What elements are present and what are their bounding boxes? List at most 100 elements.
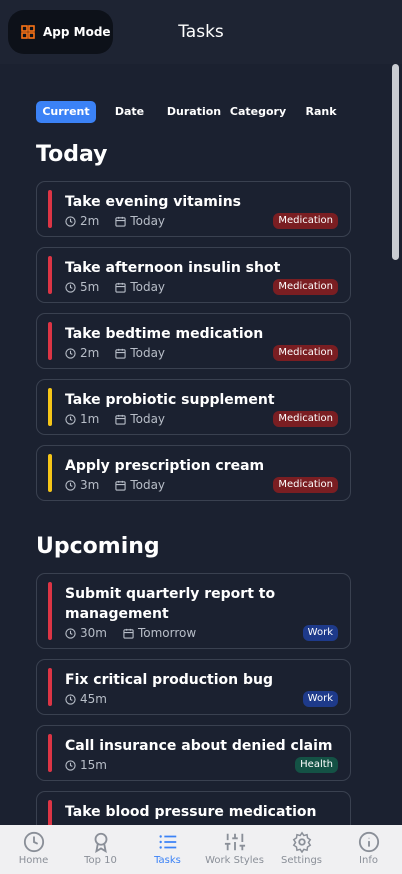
filter-rank[interactable]: Rank (291, 101, 351, 123)
task-duration: 45m (80, 692, 107, 706)
task-date: Today (130, 214, 166, 228)
task-card[interactable]: Fix critical production bug 45m Work (36, 659, 351, 715)
category-badge: Medication (273, 477, 338, 493)
page-title: Tasks (178, 22, 224, 42)
task-name: Call insurance about denied claim (65, 738, 333, 754)
priority-indicator (48, 388, 52, 426)
category-badge: Medication (273, 345, 338, 361)
clock-icon (23, 831, 45, 853)
task-name: Take blood pressure medication (65, 804, 317, 820)
task-card[interactable]: Call insurance about denied claim 15m He… (36, 725, 351, 781)
task-card[interactable]: Take blood pressure medication (36, 791, 351, 825)
clock-icon (65, 281, 76, 293)
bottom-nav: Home Top 10 Tasks Work Styles Settings I… (0, 825, 402, 874)
scrollbar[interactable] (392, 64, 399, 260)
task-meta: 15m (65, 758, 107, 772)
task-duration: 2m (80, 214, 100, 228)
filter-current[interactable]: Current (36, 101, 96, 123)
category-badge: Medication (273, 213, 338, 229)
nav-label: Info (359, 855, 378, 866)
task-list-area[interactable]: Current Date Duration Category Rank Toda… (0, 64, 402, 825)
task-duration: 1m (80, 412, 100, 426)
calendar-icon (115, 348, 126, 359)
task-meta: 1m Today (65, 412, 165, 426)
category-badge: Work (302, 691, 338, 707)
calendar-icon (123, 628, 134, 639)
task-name: Take bedtime medication (65, 326, 264, 342)
priority-indicator (48, 190, 52, 228)
task-card[interactable]: Apply prescription cream 3m Today Medica… (36, 445, 351, 501)
priority-indicator (48, 322, 52, 360)
priority-indicator (48, 582, 52, 640)
nav-settings[interactable]: Settings (268, 825, 335, 874)
gear-icon (291, 831, 313, 853)
header: App Mode Tasks (0, 0, 402, 64)
task-name: Take evening vitamins (65, 194, 241, 210)
task-meta: 45m (65, 692, 107, 706)
calendar-icon (115, 480, 126, 491)
nav-info[interactable]: Info (335, 825, 402, 874)
task-duration: 3m (80, 478, 100, 492)
task-duration: 5m (80, 280, 100, 294)
clock-icon (65, 627, 76, 639)
clock-icon (65, 215, 76, 227)
priority-indicator (48, 800, 52, 825)
task-card[interactable]: Take bedtime medication 2m Today Medicat… (36, 313, 351, 369)
task-meta: 2m Today (65, 346, 165, 360)
filter-duration[interactable]: Duration (163, 101, 225, 123)
section-title-upcoming: Upcoming (36, 534, 160, 559)
task-name: Fix critical production bug (65, 672, 273, 688)
clock-icon (65, 413, 76, 425)
task-date: Today (130, 346, 166, 360)
category-badge: Work (302, 625, 338, 641)
filter-category[interactable]: Category (225, 101, 291, 123)
clock-icon (65, 479, 76, 491)
calendar-icon (115, 216, 126, 227)
task-date: Today (130, 412, 166, 426)
nav-label: Home (18, 855, 49, 866)
nav-label: Settings (280, 855, 322, 866)
task-card[interactable]: Take probiotic supplement 1m Today Medic… (36, 379, 351, 435)
task-date: Today (130, 478, 166, 492)
calendar-icon (115, 282, 126, 293)
award-icon (90, 831, 112, 853)
clock-icon (65, 347, 76, 359)
task-duration: 15m (80, 758, 107, 772)
category-badge: Health (295, 757, 338, 773)
nav-label: Tasks (154, 855, 181, 866)
task-date: Tomorrow (137, 626, 197, 640)
calendar-icon (115, 414, 126, 425)
clock-icon (65, 693, 76, 705)
filter-tabs: Current Date Duration Category Rank (36, 101, 351, 123)
task-card[interactable]: Take evening vitamins 2m Today Medicatio… (36, 181, 351, 237)
task-date: Today (130, 280, 166, 294)
sliders-icon (224, 831, 246, 853)
clock-icon (65, 759, 76, 771)
task-duration: 2m (80, 346, 100, 360)
info-icon (358, 831, 380, 853)
section-title-today: Today (36, 142, 108, 167)
task-meta: 5m Today (65, 280, 165, 294)
category-badge: Medication (273, 411, 338, 427)
task-duration: 30m (80, 626, 107, 640)
list-icon (157, 831, 179, 853)
task-name: Submit quarterly report to management (65, 586, 276, 622)
category-badge: Medication (273, 279, 338, 295)
nav-label: Top 10 (84, 855, 117, 866)
task-meta: 2m Today (65, 214, 165, 228)
task-name: Apply prescription cream (65, 458, 265, 474)
task-meta: 3m Today (65, 478, 165, 492)
priority-indicator (48, 668, 52, 706)
filter-date[interactable]: Date (96, 101, 163, 123)
nav-top10[interactable]: Top 10 (67, 825, 134, 874)
task-card[interactable]: Submit quarterly report to management 30… (36, 573, 351, 649)
task-card[interactable]: Take afternoon insulin shot 5m Today Med… (36, 247, 351, 303)
nav-work-styles[interactable]: Work Styles (201, 825, 268, 874)
nav-label: Work Styles (205, 855, 264, 866)
task-name: Take afternoon insulin shot (65, 260, 281, 276)
nav-home[interactable]: Home (0, 825, 67, 874)
priority-indicator (48, 454, 52, 492)
nav-tasks[interactable]: Tasks (134, 825, 201, 874)
task-meta: 30m Tomorrow (65, 626, 196, 640)
priority-indicator (48, 256, 52, 294)
